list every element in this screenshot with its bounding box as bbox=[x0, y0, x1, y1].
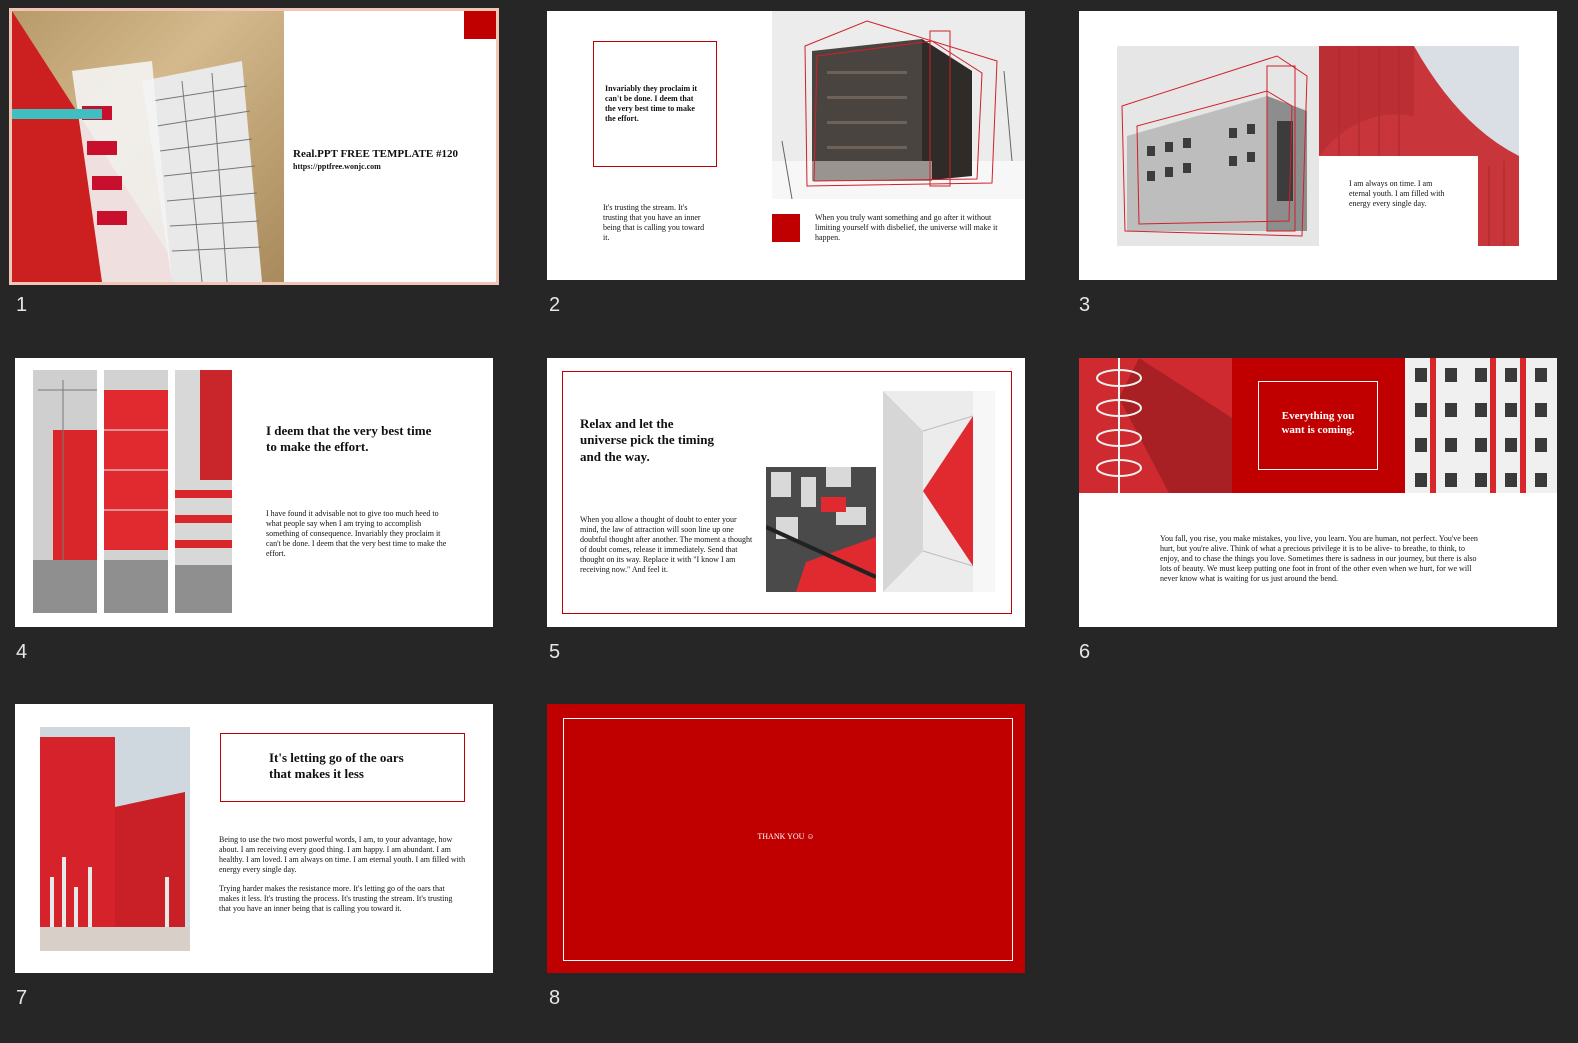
construction-photo-strip-1 bbox=[33, 370, 97, 613]
construction-photo-strip-3 bbox=[175, 370, 232, 613]
slide-thumbnail-4[interactable]: I deem that the very best time to make t… bbox=[15, 358, 493, 627]
grid-facade-photo bbox=[1405, 358, 1557, 493]
slide-title: Real.PPT FREE TEMPLATE #120 bbox=[293, 148, 459, 160]
slide-heading: I deem that the very best time to make t… bbox=[266, 423, 432, 455]
slide-number-4: 4 bbox=[16, 641, 28, 663]
slide-number-5: 5 bbox=[549, 641, 561, 663]
slide-body: I have found it advisable not to give to… bbox=[266, 509, 447, 558]
panel-text: I am always on time. I am eternal youth.… bbox=[1349, 179, 1445, 208]
slide-number-6: 6 bbox=[1079, 641, 1091, 663]
red-interior-illustration bbox=[883, 391, 995, 592]
slide-url: https://pptfree.wonjc.com bbox=[293, 162, 381, 171]
slide-heading: It's letting go of the oars that makes i… bbox=[269, 750, 404, 782]
box-text: Everything you want is coming. bbox=[1281, 410, 1355, 436]
slide-number-7: 7 bbox=[16, 987, 28, 1009]
grid-facade-illustration bbox=[1405, 358, 1557, 493]
brick-building-illustration bbox=[772, 20, 1025, 199]
building-illustration bbox=[12, 11, 262, 282]
slide-number-3: 3 bbox=[1079, 294, 1091, 316]
red-buildings-illustration bbox=[40, 727, 190, 951]
building-photo bbox=[12, 11, 284, 282]
aerial-city-illustration bbox=[766, 467, 876, 592]
body-right: When you truly want something and go aft… bbox=[815, 213, 998, 242]
construction-photo-strip-2 bbox=[104, 370, 168, 613]
construction-strip-2-illustration bbox=[104, 370, 168, 613]
slide-body: When you allow a thought of doubt to ent… bbox=[580, 515, 753, 574]
red-buildings-photo bbox=[40, 727, 190, 951]
slide-number-2: 2 bbox=[549, 294, 561, 316]
body-left: It's trusting the stream. It's trusting … bbox=[603, 203, 705, 242]
slide-number-1: 1 bbox=[16, 294, 28, 316]
red-stair-photo bbox=[1079, 358, 1232, 493]
slide-thumbnail-6[interactable]: Everything you want is coming. You fall,… bbox=[1079, 358, 1557, 627]
slide-heading: Relax and let the universe pick the timi… bbox=[580, 416, 714, 464]
slide-thumbnail-3[interactable]: I am always on time. I am eternal youth.… bbox=[1079, 11, 1557, 280]
thank-you-text: THANK YOU ☺ bbox=[757, 832, 815, 841]
slide-body-2: Trying harder makes the resistance more.… bbox=[219, 884, 453, 913]
red-interior-photo bbox=[883, 391, 995, 592]
aerial-city-photo bbox=[766, 467, 876, 592]
slide-thumbnail-8[interactable]: THANK YOU ☺ bbox=[547, 704, 1025, 973]
slide-thumbnail-5[interactable]: Relax and let the universe pick the timi… bbox=[547, 358, 1025, 627]
slide-thumbnail-1[interactable]: Real.PPT FREE TEMPLATE #120 https://pptf… bbox=[9, 8, 499, 285]
slide-thumbnail-2[interactable]: Invariably they proclaim it can't be don… bbox=[547, 11, 1025, 280]
slide-number-8: 8 bbox=[549, 987, 561, 1009]
construction-strip-1-illustration bbox=[33, 370, 97, 613]
concrete-building-photo bbox=[1117, 46, 1319, 246]
construction-strip-3-illustration bbox=[175, 370, 232, 613]
quote-text: Invariably they proclaim it can't be don… bbox=[605, 84, 698, 123]
concrete-building-illustration bbox=[1121, 55, 1308, 237]
slide-thumbnail-7[interactable]: It's letting go of the oars that makes i… bbox=[15, 704, 493, 973]
red-accent-square bbox=[464, 11, 496, 39]
brick-building-photo bbox=[772, 11, 1025, 199]
slide-body: You fall, you rise, you make mistakes, y… bbox=[1160, 534, 1478, 583]
spiral-stair-illustration bbox=[1079, 358, 1232, 493]
red-square bbox=[772, 214, 800, 242]
slide-body-1: Being to use the two most powerful words… bbox=[219, 835, 466, 874]
